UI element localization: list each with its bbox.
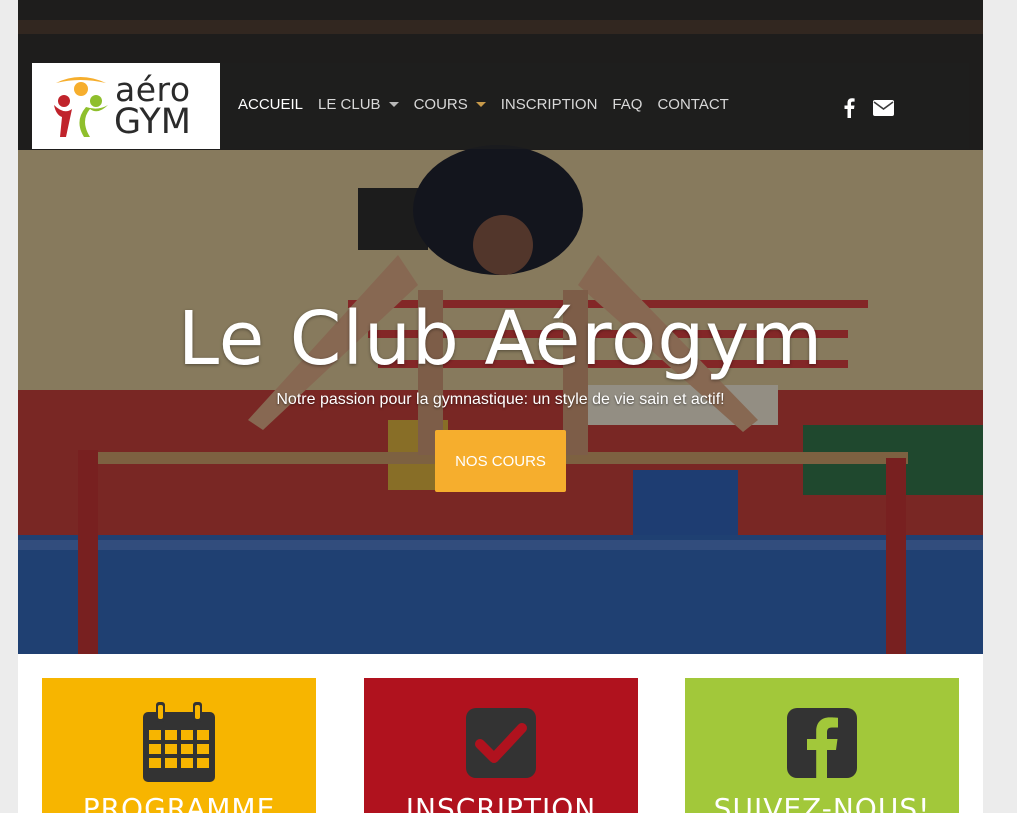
nav-item-label: INSCRIPTION [500,96,598,113]
card-inscription[interactable]: INSCRIPTION [364,678,638,813]
logo-text-gym: GYM [114,102,191,142]
card-suivez-nous[interactable]: SUIVEZ-NOUS! [685,678,959,813]
logo-gymnast-icon [54,77,108,137]
page: aéro GYM ACCUEIL LE CLUB COURS INSCRIPTI… [18,0,983,813]
nav-item-faq[interactable]: FAQ [612,96,642,113]
main-navbar: aéro GYM ACCUEIL LE CLUB COURS INSCRIPTI… [32,63,969,149]
card-programme[interactable]: PROGRAMME [42,678,316,813]
facebook-icon [685,702,959,778]
nav-item-cours[interactable]: COURS [414,96,486,113]
envelope-icon[interactable] [872,98,894,118]
caret-down-icon [388,102,399,107]
main-menu: ACCUEIL LE CLUB COURS INSCRIPTION FAQ CO… [238,63,744,149]
nav-item-contact[interactable]: CONTACT [657,96,728,113]
nav-item-label: LE CLUB [318,96,381,113]
card-label: SUIVEZ-NOUS! [713,792,931,813]
facebook-icon[interactable] [838,98,860,118]
hero-subtitle: Notre passion pour la gymnastique: un st… [276,391,725,408]
card-label: PROGRAMME [82,792,276,813]
nav-item-label: FAQ [612,96,643,113]
nav-item-inscription[interactable]: INSCRIPTION [501,96,598,113]
checkbox-icon [364,702,638,778]
calendar-icon [42,702,316,784]
caret-down-icon [475,102,486,107]
card-label: INSCRIPTION [405,792,597,813]
hero-banner: aéro GYM ACCUEIL LE CLUB COURS INSCRIPTI… [18,0,983,654]
nav-item-label: ACCUEIL [238,96,304,113]
social-links [838,98,894,118]
nav-item-le-club[interactable]: LE CLUB [318,96,399,113]
site-logo[interactable]: aéro GYM [32,63,220,149]
hero-title: Le Club Aérogym [177,295,824,382]
nos-cours-button[interactable]: NOS COURS [435,430,566,492]
nav-item-accueil[interactable]: ACCUEIL [238,96,303,113]
nav-item-label: CONTACT [657,96,729,113]
nav-item-label: COURS [413,96,468,113]
